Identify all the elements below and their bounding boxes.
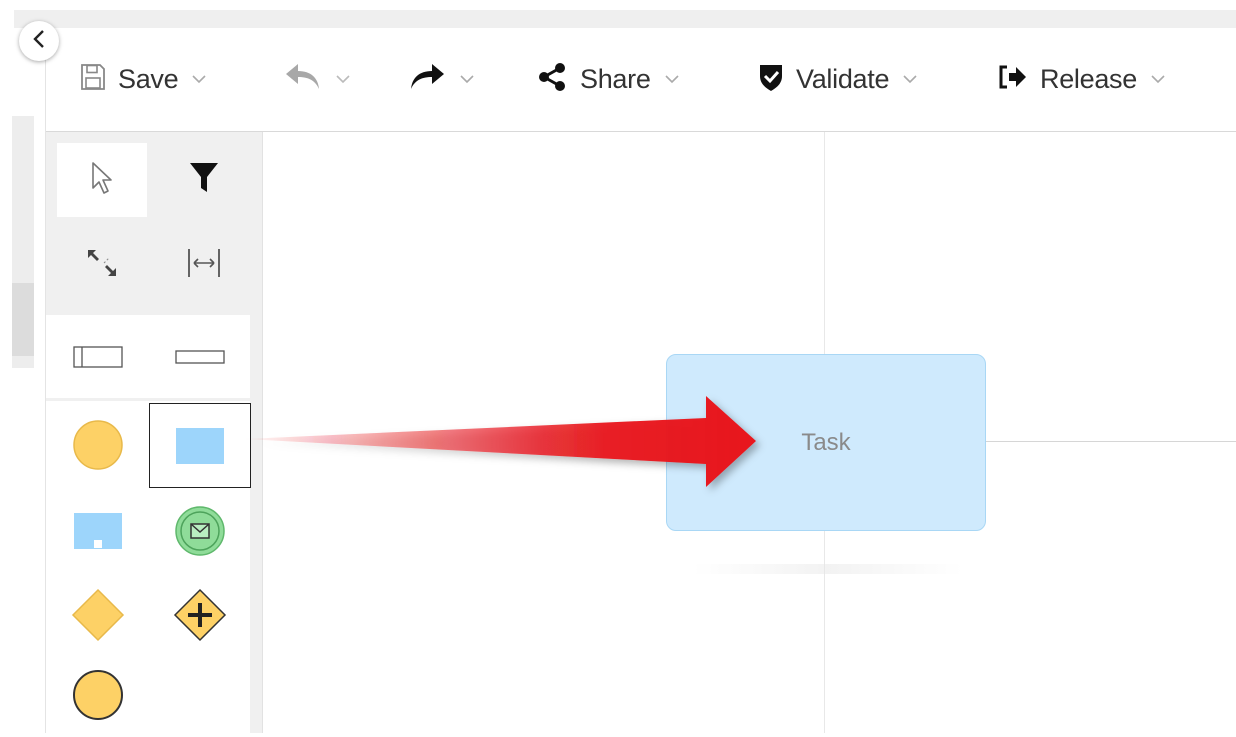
pool-shape[interactable] [48, 315, 148, 399]
diagram-canvas[interactable]: Task [263, 132, 1236, 733]
lane-shape[interactable] [150, 315, 250, 399]
chevron-left-icon [32, 29, 46, 53]
horizontal-alignment-guide [985, 441, 1236, 442]
validate-label: Validate [796, 64, 890, 94]
chevron-down-icon[interactable] [903, 75, 917, 84]
chevron-down-icon[interactable] [664, 75, 679, 84]
start-event-shape[interactable] [48, 403, 148, 487]
window-top-strip [0, 0, 1236, 28]
pointer-tool[interactable] [57, 143, 147, 217]
chevron-down-icon[interactable] [192, 75, 206, 84]
resize-tool[interactable] [57, 228, 147, 302]
end-event-shape[interactable] [48, 653, 148, 737]
task-label: Task [801, 428, 851, 456]
sign-out-icon [998, 64, 1028, 95]
share-icon [538, 62, 568, 97]
shield-check-icon [758, 62, 784, 97]
resize-arrows-icon [84, 246, 120, 285]
release-button[interactable]: Release [998, 28, 1165, 131]
shape-palette [46, 132, 263, 733]
validate-button[interactable]: Validate [758, 28, 917, 131]
parallel-gateway-shape[interactable] [150, 573, 250, 657]
task-shape[interactable] [149, 403, 251, 488]
save-icon [80, 63, 106, 96]
redo-button[interactable] [408, 28, 474, 131]
undo-icon [284, 62, 322, 97]
rail-scroll-thumb[interactable] [12, 283, 34, 356]
filter-icon [189, 161, 219, 200]
chevron-down-icon[interactable] [1151, 75, 1165, 84]
toolbar: Save Share Validate Release [46, 28, 1236, 132]
share-button[interactable]: Share [538, 28, 679, 131]
cursor-arrow-icon [91, 161, 113, 200]
subprocess-shape[interactable] [48, 489, 148, 573]
collapse-panel-button[interactable] [19, 21, 59, 61]
chevron-down-icon[interactable] [336, 75, 350, 84]
flow-shapes-group [46, 401, 251, 733]
save-button[interactable]: Save [80, 28, 206, 131]
filter-tool[interactable] [159, 143, 249, 217]
container-shapes-group [46, 315, 250, 398]
task-element[interactable]: Task [666, 354, 986, 531]
save-label: Save [118, 64, 179, 94]
share-label: Share [580, 64, 651, 94]
space-tool[interactable] [159, 228, 249, 302]
chevron-down-icon[interactable] [460, 75, 474, 84]
task-drop-shadow [693, 564, 963, 574]
top-band [14, 10, 1236, 28]
redo-icon [408, 62, 446, 97]
release-label: Release [1040, 64, 1137, 94]
undo-button[interactable] [284, 28, 350, 131]
message-event-shape[interactable] [150, 489, 250, 573]
gateway-shape[interactable] [48, 573, 148, 657]
horizontal-space-icon [186, 246, 222, 285]
left-rail [0, 28, 46, 733]
